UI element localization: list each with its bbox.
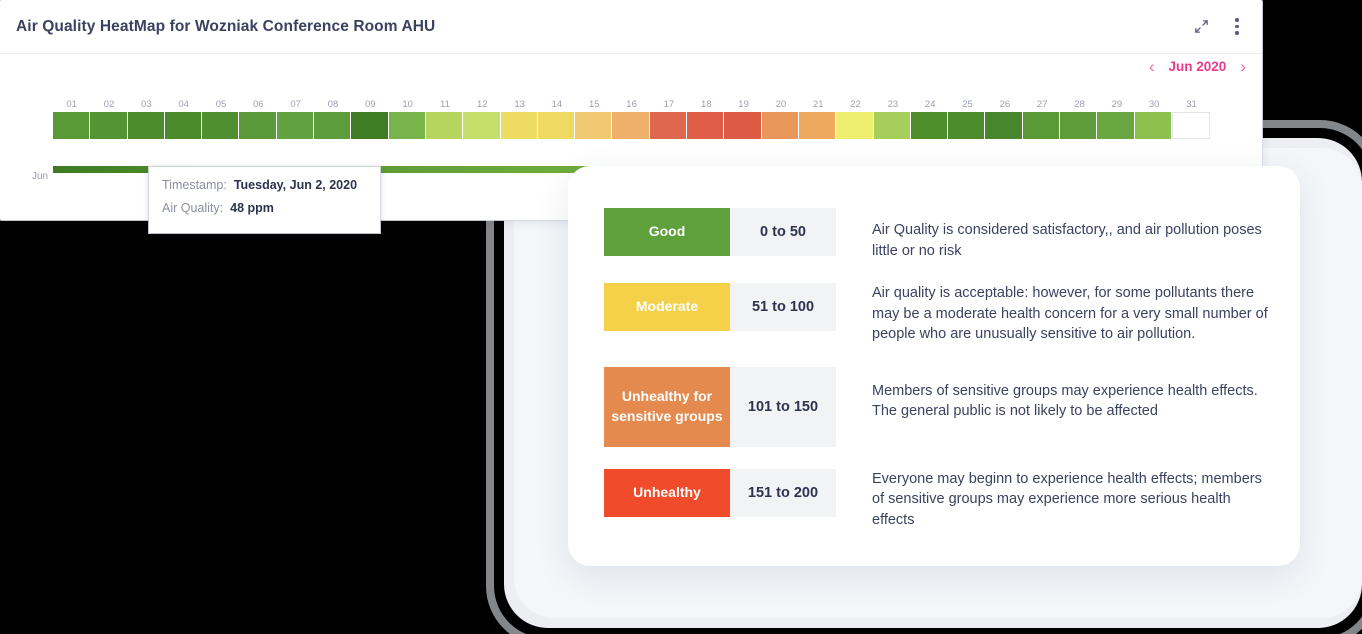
tooltip-timestamp-key: Timestamp: [162, 178, 227, 192]
heatmap-cell[interactable] [314, 112, 351, 139]
expand-arrows-icon[interactable] [1190, 16, 1212, 38]
legend-swatch-group: Unhealthy for sensitive groups 101 to 150 [604, 366, 836, 447]
legend-range-value: 151 to 200 [730, 468, 836, 517]
header-actions [1190, 16, 1248, 38]
legend-swatch-group: Good 0 to 50 [604, 208, 836, 256]
heatmap-cell[interactable] [1134, 112, 1171, 139]
heatmap-cell[interactable] [1022, 112, 1060, 139]
heatmap-cell[interactable] [985, 112, 1022, 139]
legend-swatch-group: Unhealthy 151 to 200 [604, 468, 836, 517]
heatmap-cell[interactable] [351, 112, 388, 139]
heatmap-cell[interactable] [575, 112, 612, 139]
legend-category-swatch: Unhealthy for sensitive groups [604, 366, 730, 447]
screen-root: Air Quality HeatMap for Wozniak Conferen… [0, 0, 1362, 634]
legend-description: Air quality is acceptable: however, for … [872, 285, 1268, 343]
heatmap-cell[interactable] [798, 112, 836, 139]
legend-range-value: 51 to 100 [730, 283, 836, 332]
legend-category-swatch: Good [604, 208, 730, 256]
heatmap-cell[interactable] [90, 112, 127, 139]
heatmap-cell[interactable] [239, 112, 276, 139]
heatmap-cell-row [53, 112, 1211, 139]
heatmap-cell[interactable] [276, 112, 314, 139]
legend-description: Everyone may beginn to experience health… [872, 470, 1262, 529]
legend-range-value: 101 to 150 [730, 366, 836, 447]
tooltip-timestamp-value: Tuesday, Jun 2, 2020 [233, 178, 358, 192]
heatmap-card-header: Air Quality HeatMap for Wozniak Conferen… [0, 0, 1262, 54]
legend-row: Unhealthy 151 to 200 Everyone may beginn t… [604, 468, 1270, 531]
heatmap-tooltip: Timestamp: Tuesday, Jun 2, 2020 Air Qual… [149, 167, 380, 233]
heatmap-cell[interactable] [388, 112, 425, 139]
heatmap-row-label: Jun [32, 171, 49, 182]
heatmap-cell[interactable] [425, 112, 463, 139]
legend-description: Members of sensitive groups may experien… [872, 382, 1258, 420]
heatmap-cell[interactable] [836, 112, 873, 139]
legend-category-swatch: Moderate [604, 283, 730, 332]
legend-row-list: Good 0 to 50 Air Quality is considered sat… [604, 208, 1270, 531]
heatmap-cell[interactable] [910, 112, 948, 139]
legend-swatch-group: Moderate 51 to 100 [604, 283, 836, 332]
page-title: Air Quality HeatMap for Wozniak Conferen… [16, 17, 436, 35]
heatmap-cell[interactable] [612, 112, 649, 139]
heatmap-cell[interactable] [127, 112, 164, 139]
heatmap-cell[interactable] [948, 112, 985, 139]
legend-row: Good 0 to 50 Air Quality is considered sat… [604, 208, 1270, 261]
heatmap-cell[interactable] [463, 112, 500, 139]
heatmap-cell[interactable] [164, 112, 202, 139]
heatmap-cell[interactable] [1060, 112, 1097, 139]
tooltip-quality-row: Air Quality: 48 ppm [162, 201, 380, 215]
legend-category-swatch: Unhealthy [604, 468, 730, 517]
heatmap-cell[interactable] [53, 112, 90, 139]
heatmap-cell[interactable] [724, 112, 761, 139]
heatmap-cell[interactable] [761, 112, 798, 139]
tooltip-timestamp-row: Timestamp: Tuesday, Jun 2, 2020 [162, 178, 380, 192]
heatmap-cell[interactable] [537, 112, 575, 139]
heatmap-cell[interactable] [687, 112, 724, 139]
heatmap-cell[interactable] [202, 112, 239, 139]
legend-row: Unhealthy for sensitive groups 101 to 150… [604, 366, 1270, 447]
kebab-menu-icon[interactable] [1226, 16, 1248, 38]
heatmap-cell[interactable] [500, 112, 537, 139]
tooltip-quality-value: 48 ppm [230, 201, 274, 215]
heatmap-cell[interactable] [1171, 112, 1211, 139]
legend-description: Air Quality is considered satisfactory,,… [872, 222, 1262, 259]
heatmap-cell[interactable] [873, 112, 910, 139]
heatmap-cell[interactable] [649, 112, 687, 139]
legend-row: Moderate 51 to 100 Air quality is acceptab… [604, 283, 1270, 345]
tooltip-quality-key: Air Quality: [162, 201, 224, 215]
heatmap-cell[interactable] [1097, 112, 1134, 139]
air-quality-legend-card: Good 0 to 50 Air Quality is considered sat… [568, 166, 1300, 566]
legend-range-value: 0 to 50 [730, 208, 836, 256]
